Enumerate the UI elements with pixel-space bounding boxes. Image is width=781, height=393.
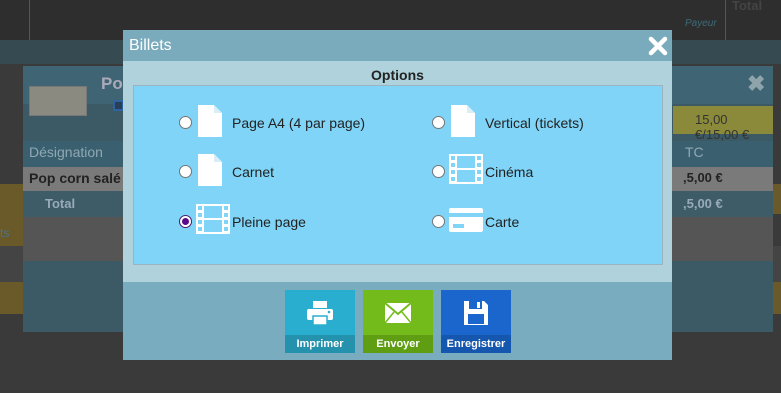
envelope-icon xyxy=(363,296,433,330)
background-row-accent xyxy=(0,282,23,314)
dialog-title: Billets xyxy=(129,37,172,54)
background-close-icon: ✖ xyxy=(747,71,766,96)
film-icon xyxy=(449,153,483,190)
background-side-text: ts xyxy=(0,226,10,240)
save-button-label: Enregistrer xyxy=(441,335,511,353)
close-icon[interactable] xyxy=(647,35,669,57)
save-button[interactable]: Enregistrer xyxy=(441,290,511,353)
floppy-disk-icon xyxy=(441,296,511,330)
dialog-footer: Imprimer Envoyer Enregistrer xyxy=(123,282,672,360)
dialog-header: Billets xyxy=(123,30,672,61)
option-label: Pleine page xyxy=(232,214,306,230)
dialog-body: Options Page A4 (4 par page) Vertical (t… xyxy=(123,61,672,282)
option-label: Cinéma xyxy=(485,164,534,180)
send-button-label: Envoyer xyxy=(363,335,433,353)
background-payeur-label: Payeur xyxy=(685,18,717,29)
row-item-name: Pop corn salé xyxy=(29,170,121,186)
option-label: Carte xyxy=(485,214,520,230)
background-total-header: Total xyxy=(732,0,763,13)
radio-cinema[interactable] xyxy=(432,165,445,178)
background-row xyxy=(773,246,781,282)
background-row xyxy=(0,246,23,282)
designation-header: Désignation xyxy=(29,144,103,160)
radio-pleine-page[interactable] xyxy=(179,215,192,228)
background-price-badge: 15,00 €/15,00 € xyxy=(673,106,773,142)
ttc-header: TC xyxy=(685,144,704,160)
background-item-heading: Po xyxy=(101,74,123,93)
billets-dialog: Billets Options Page A4 (4 par page) Ver… xyxy=(123,30,672,360)
radio-page-a4[interactable] xyxy=(179,116,192,129)
row-item-price: ,5,00 € xyxy=(683,170,723,185)
send-button[interactable]: Envoyer xyxy=(363,290,433,353)
option-label: Carnet xyxy=(232,164,275,180)
option-label: Page A4 (4 par page) xyxy=(232,115,366,131)
option-label: Vertical (tickets) xyxy=(485,115,584,131)
page-icon xyxy=(196,104,224,143)
product-thumbnail xyxy=(29,86,87,116)
radio-carnet[interactable] xyxy=(179,165,192,178)
card-icon xyxy=(449,203,483,240)
page-icon xyxy=(449,104,477,143)
film-icon xyxy=(196,203,230,240)
background-row-accent xyxy=(773,184,781,214)
radio-carte[interactable] xyxy=(432,215,445,228)
page-icon xyxy=(196,153,224,192)
options-title: Options xyxy=(371,67,424,83)
radio-vertical[interactable] xyxy=(432,116,445,129)
background-cell xyxy=(0,0,30,40)
options-box: Page A4 (4 par page) Vertical (tickets) … xyxy=(133,85,663,265)
printer-icon xyxy=(285,296,355,330)
total-label: Total xyxy=(45,196,76,211)
print-button[interactable]: Imprimer xyxy=(285,290,355,353)
print-button-label: Imprimer xyxy=(285,335,355,353)
total-price: ,5,00 € xyxy=(683,196,723,211)
background-row-accent xyxy=(773,282,781,314)
